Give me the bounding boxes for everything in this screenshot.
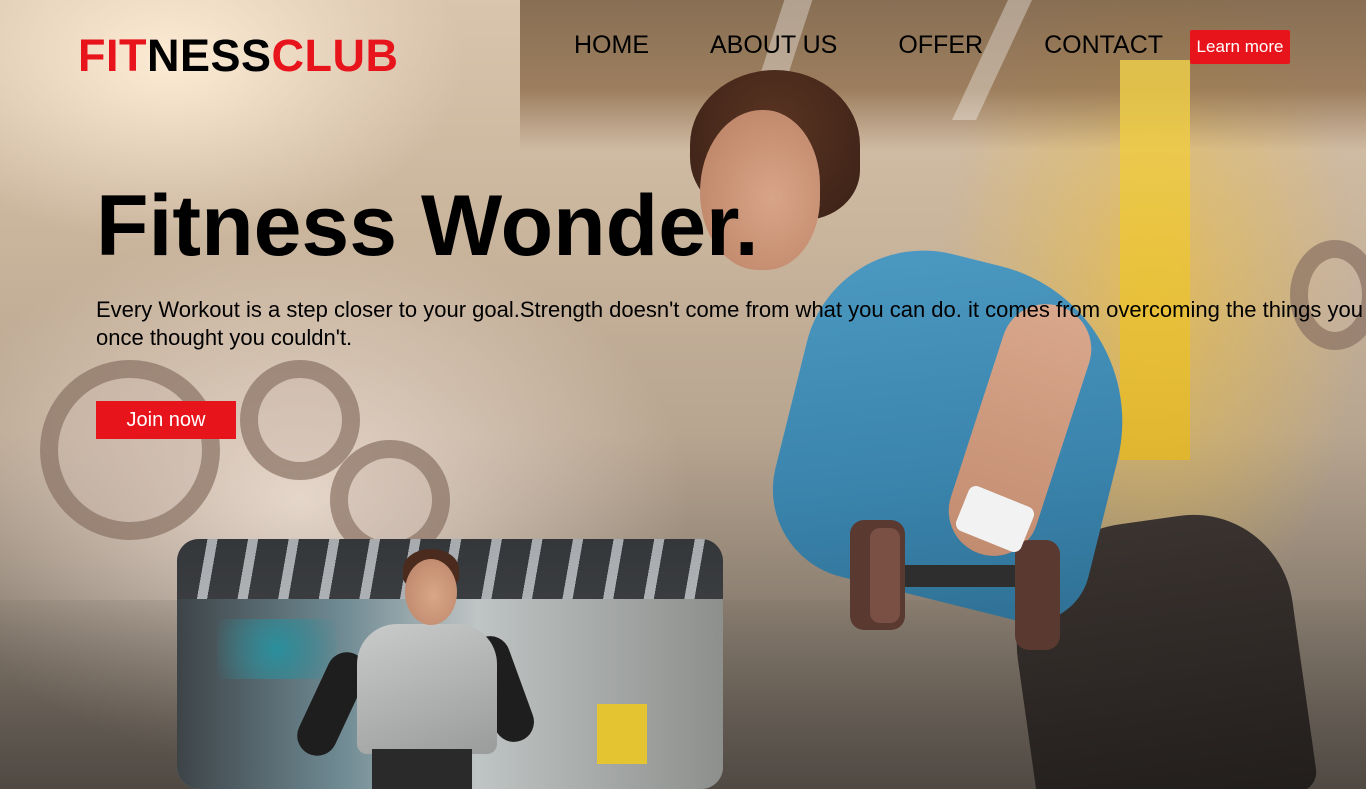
nav-link-contact[interactable]: CONTACT [1044, 28, 1163, 62]
dumbbell-icon [850, 520, 1060, 650]
logo[interactable]: FITNESSCLUB [78, 30, 399, 82]
main-nav: HOME ABOUT US OFFER CONTACT [574, 28, 1193, 62]
nav-link-home[interactable]: HOME [574, 28, 649, 62]
logo-part-fit: FIT [78, 30, 147, 81]
nav-link-offer[interactable]: OFFER [898, 28, 983, 62]
gym-ceiling [520, 0, 1366, 150]
logo-part-club: CLUB [271, 30, 399, 81]
photo-person-head [405, 559, 457, 625]
yellow-pillar [1120, 60, 1190, 460]
logo-part-ness: NESS [146, 30, 272, 81]
gym-photo-card [177, 539, 723, 789]
hero-title: Fitness Wonder. [96, 178, 759, 274]
photo-person-legs [372, 749, 472, 789]
learn-more-button[interactable]: Learn more [1190, 30, 1290, 64]
weight-plate [40, 360, 220, 540]
hero-description: Every Workout is a step closer to your g… [96, 297, 1363, 350]
photo-person-hoodie [357, 624, 497, 754]
nav-link-about-us[interactable]: ABOUT US [710, 28, 837, 62]
photo-yellow-equipment [597, 704, 647, 764]
join-now-button[interactable]: Join now [96, 401, 236, 439]
photo-teal-mural [217, 619, 337, 679]
